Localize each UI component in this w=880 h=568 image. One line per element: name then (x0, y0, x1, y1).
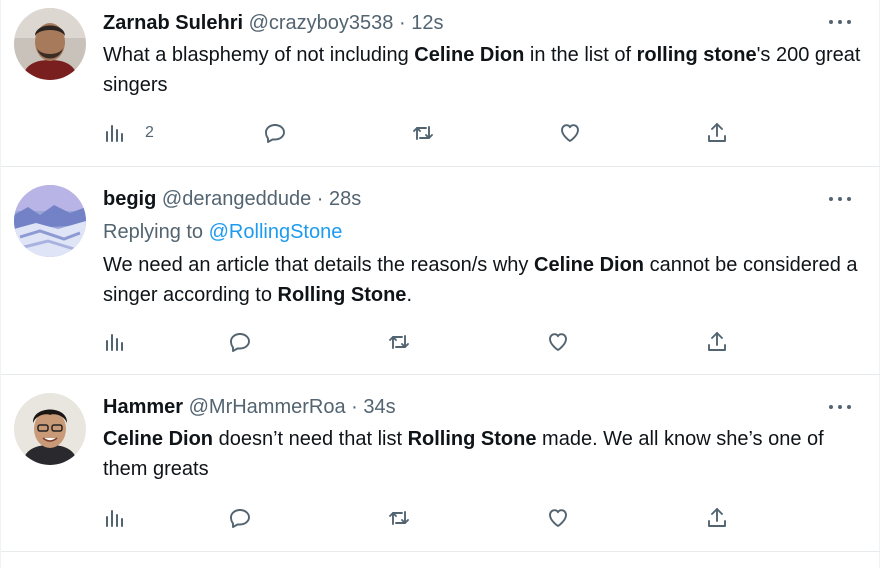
tweet[interactable]: begig @derangeddude · 28s Replying to @R… (1, 167, 880, 375)
tweet-actions (103, 503, 743, 533)
reply-button[interactable] (263, 118, 287, 148)
timeline: Zarnab Sulehri @crazyboy3538 · 12s What … (0, 0, 880, 568)
tweet-text-segment: We need an article that details the reas… (103, 254, 534, 276)
author-name[interactable]: Hammer (103, 396, 183, 418)
retweet-icon (413, 126, 433, 140)
share-icon (708, 332, 726, 351)
replying-to: Replying to @RollingStone (103, 219, 342, 245)
speech-bubble-icon (230, 333, 250, 352)
avatar[interactable] (14, 8, 86, 80)
retweet-icon (389, 335, 409, 349)
more-icon[interactable] (829, 12, 851, 32)
avatar-image (14, 185, 86, 257)
tweet[interactable]: Zarnab Sulehri @crazyboy3538 · 12s What … (1, 0, 880, 167)
replying-to-mention[interactable]: @RollingStone (209, 221, 343, 243)
tweet-header: Hammer @MrHammerRoa · 34s (103, 394, 396, 420)
tweet-actions: 2 (103, 118, 743, 148)
tweet-text: Celine Dion doesn’t need that list Rolli… (103, 424, 863, 484)
tweet-actions (103, 327, 743, 357)
share-icon (708, 508, 726, 527)
tweet-header: begig @derangeddude · 28s (103, 186, 361, 212)
author-handle[interactable]: @MrHammerRoa (189, 396, 346, 418)
retweet-icon (389, 511, 409, 525)
speech-bubble-icon (230, 509, 250, 528)
heart-icon (561, 124, 579, 142)
retweet-button[interactable] (387, 503, 411, 533)
views-count: 2 (145, 124, 154, 141)
separator-dot: · (398, 12, 406, 34)
avatar[interactable] (14, 185, 86, 257)
retweet-button[interactable] (411, 118, 435, 148)
share-icon (708, 123, 726, 142)
avatar[interactable] (14, 393, 86, 465)
more-icon[interactable] (829, 397, 851, 417)
tweet-text-bold: Celine Dion (103, 428, 214, 450)
reply-button[interactable] (228, 327, 252, 357)
tweet-text-bold: Rolling Stone (277, 284, 407, 306)
tweet-text-segment: in the list of (524, 44, 637, 66)
heart-icon (549, 333, 567, 351)
speech-bubble-icon (265, 124, 285, 143)
tweet-text-segment: doesn’t need that list (213, 428, 408, 450)
bar-chart-icon (106, 125, 123, 142)
views-button[interactable] (103, 503, 145, 533)
author-name[interactable]: Zarnab Sulehri (103, 12, 243, 34)
tweet-text-bold: rolling stone (636, 44, 757, 66)
author-name[interactable]: begig (103, 188, 156, 210)
avatar-image (14, 8, 86, 80)
views-button[interactable]: 2 (103, 118, 154, 148)
tweet-text-segment: What a blasphemy of not including (103, 44, 415, 66)
retweet-button[interactable] (387, 327, 411, 357)
author-handle[interactable]: @crazyboy3538 (249, 12, 394, 34)
tweet-timestamp[interactable]: 28s (329, 188, 361, 210)
reply-button[interactable] (228, 503, 252, 533)
like-button[interactable] (546, 327, 570, 357)
tweet[interactable]: Hammer @MrHammerRoa · 34s Celine Dion do… (1, 375, 880, 552)
author-handle[interactable]: @derangeddude (162, 188, 311, 210)
bar-chart-icon (106, 334, 123, 351)
bar-chart-icon (106, 510, 123, 527)
avatar-image (14, 393, 86, 465)
separator-dot: · (351, 396, 358, 418)
separator-dot: · (316, 188, 324, 210)
tweet-text-segment: . (406, 284, 412, 306)
tweet-header: Zarnab Sulehri @crazyboy3538 · 12s (103, 10, 443, 36)
tweet-timestamp[interactable]: 12s (411, 12, 443, 34)
tweet-text-bold: Celine Dion (534, 254, 645, 276)
tweet-timestamp[interactable]: 34s (363, 396, 395, 418)
tweet-text: What a blasphemy of not including Celine… (103, 40, 863, 100)
share-button[interactable] (705, 118, 729, 148)
heart-icon (549, 509, 567, 527)
tweet-text: We need an article that details the reas… (103, 250, 863, 310)
more-icon[interactable] (829, 189, 851, 209)
share-button[interactable] (705, 503, 729, 533)
replying-to-label: Replying to (103, 221, 209, 243)
like-button[interactable] (546, 503, 570, 533)
share-button[interactable] (705, 327, 729, 357)
tweet-text-bold: Rolling Stone (407, 428, 537, 450)
tweet-text-bold: Celine Dion (414, 44, 525, 66)
like-button[interactable] (558, 118, 582, 148)
views-button[interactable] (103, 327, 145, 357)
